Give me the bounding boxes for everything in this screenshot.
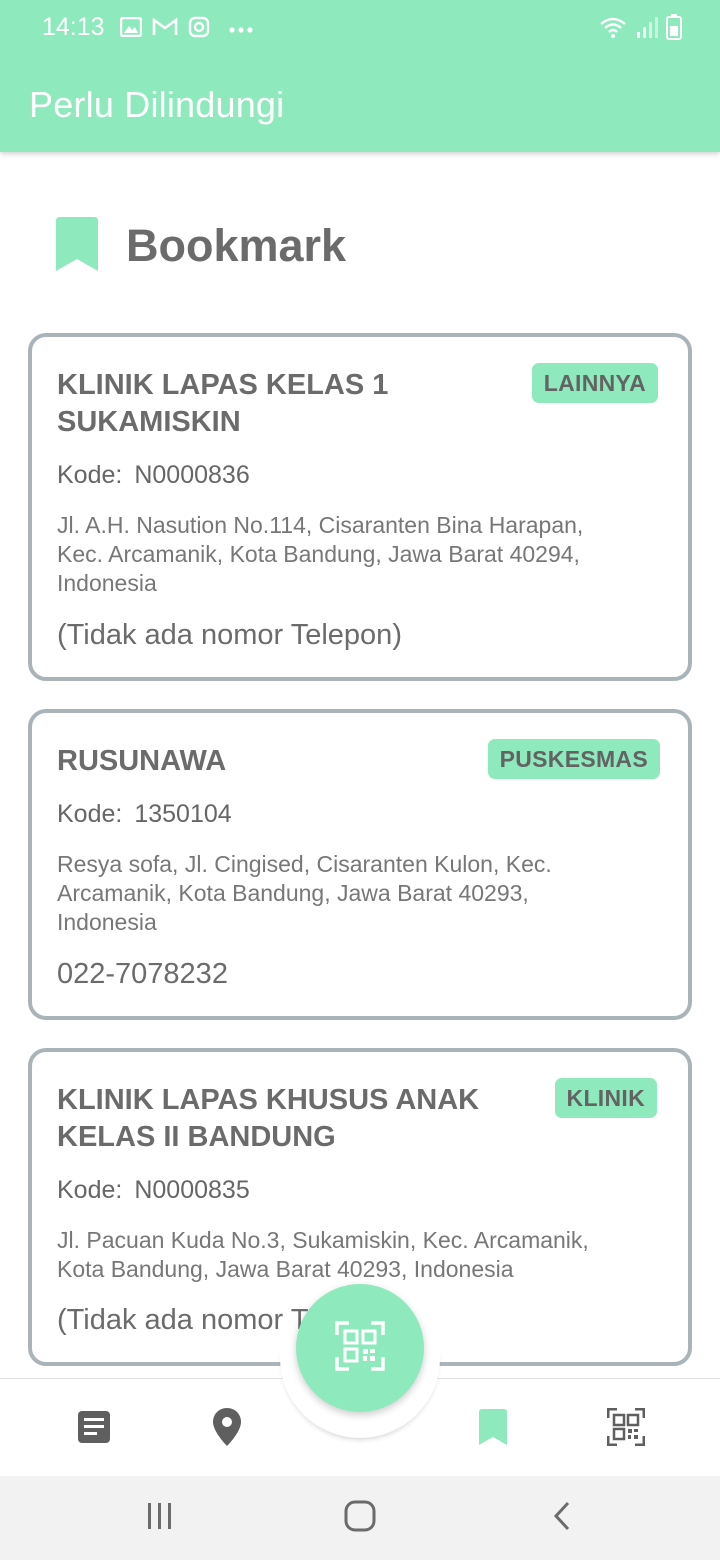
instagram-icon [188,16,210,43]
facility-address: Jl. Pacuan Kuda No.3, Sukamiskin, Kec. A… [57,1226,657,1284]
facility-card[interactable]: KLINIK LAPAS KELAS 1 SUKAMISKIN LAINNYA … [28,333,692,681]
facility-card[interactable]: RUSUNAWA PUSKESMAS Kode: 1350104 Resya so… [28,709,692,1020]
category-badge: KLINIK [554,1078,657,1118]
app-title: Perlu Dilindungi [29,84,285,125]
nav-qr-code[interactable] [606,1407,646,1451]
status-notification-icons [119,16,254,43]
signal-icon [636,15,658,44]
facility-name: RUSUNAWA [57,743,226,780]
app-bar: 14:13 Perlu Dilindungi [0,0,720,152]
address-line: Arcamanik, Kota Bandung, Jawa Barat 4029… [57,880,529,906]
facility-code: Kode: N0000835 [57,1176,250,1205]
section-title: Bookmark [126,220,347,271]
qr-code-icon [606,1407,646,1451]
qr-scan-icon [335,1320,385,1376]
bookmark-icon [479,1408,507,1450]
back-icon [552,1501,572,1536]
facility-name-line: SUKAMISKIN [57,406,241,438]
back-button[interactable] [542,1498,582,1538]
facility-phone: 022-7078232 [57,958,228,990]
home-icon [344,1500,376,1537]
code-value: 1350104 [134,800,232,828]
more-dots-icon [228,21,254,39]
nav-bookmark[interactable] [473,1408,513,1450]
recents-button[interactable] [140,1498,180,1538]
home-button[interactable] [340,1498,380,1538]
image-icon [119,16,143,42]
news-icon [77,1410,111,1449]
facility-address: Resya sofa, Jl. Cingised, Cisaranten Kul… [57,850,657,937]
address-line: Jl. A.H. Nasution No.114, Cisaranten Bin… [57,512,584,538]
recents-icon [145,1502,175,1535]
scan-qr-fab[interactable] [296,1284,424,1412]
facility-name: KLINIK LAPAS KHUSUS ANAK KELAS II BANDUN… [57,1082,479,1156]
system-navigation-bar [0,1476,720,1560]
address-line: Indonesia [57,570,157,596]
facility-phone: (Tidak ada nomor Telepon) [57,619,402,651]
address-line: Kec. Arcamanik, Kota Bandung, Jawa Barat… [57,541,580,567]
facility-name-line: KELAS II BANDUNG [57,1121,336,1153]
location-pin-icon [213,1407,241,1451]
nav-location[interactable] [207,1407,247,1451]
code-value: N0000836 [134,461,250,489]
facility-name-line: KLINIK LAPAS KELAS 1 [57,369,389,401]
address-line: Resya sofa, Jl. Cingised, Cisaranten Kul… [57,851,552,877]
facility-address: Jl. A.H. Nasution No.114, Cisaranten Bin… [57,511,657,598]
code-value: N0000835 [134,1176,250,1204]
address-line: Indonesia [57,909,157,935]
address-line: Jl. Pacuan Kuda No.3, Sukamiskin, Kec. A… [57,1227,589,1253]
address-line: Kota Bandung, Jawa Barat 40293, Indonesi… [57,1256,514,1282]
code-label: Kode: [57,1176,123,1204]
bookmark-icon [56,216,98,276]
status-bar: 14:13 [0,0,720,56]
facility-code: Kode: 1350104 [57,800,232,829]
status-time: 14:13 [42,13,105,41]
section-header: Bookmark [56,216,346,276]
battery-icon [666,14,682,45]
gmail-icon [152,17,178,42]
facility-name-line: RUSUNAWA [57,745,227,777]
wifi-icon [598,15,628,44]
category-badge: LAINNYA [531,363,658,403]
facility-code: Kode: N0000836 [57,461,250,490]
code-label: Kode: [57,461,123,489]
nav-news[interactable] [74,1409,114,1449]
status-system-icons [598,14,682,45]
facility-name-line: KLINIK LAPAS KHUSUS ANAK [57,1084,480,1116]
code-label: Kode: [57,800,123,828]
category-badge: PUSKESMAS [487,739,660,779]
facility-name: KLINIK LAPAS KELAS 1 SUKAMISKIN [57,367,388,441]
